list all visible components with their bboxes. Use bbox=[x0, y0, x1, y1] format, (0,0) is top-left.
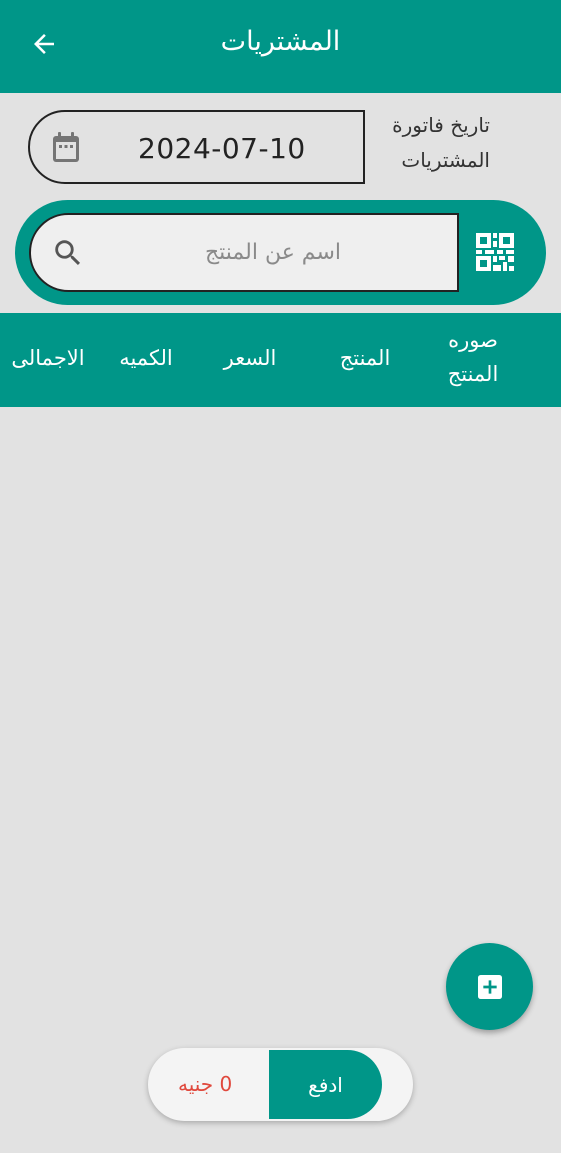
qr-code-icon[interactable] bbox=[476, 233, 514, 271]
column-header-quantity: الكميه bbox=[119, 346, 173, 370]
column-header-total: الاجمالى bbox=[11, 346, 85, 370]
payment-bar: 0 جنيه ادفع bbox=[148, 1048, 413, 1121]
search-icon[interactable] bbox=[51, 235, 85, 271]
search-bar: اسم عن المنتج bbox=[15, 200, 546, 305]
calendar-icon bbox=[53, 132, 79, 162]
total-amount: 0 جنيه bbox=[178, 1072, 233, 1096]
column-header-product: المنتج bbox=[339, 346, 391, 370]
pay-button[interactable]: ادفع bbox=[269, 1050, 382, 1119]
column-header-product-image: صوره المنتج bbox=[447, 328, 499, 386]
invoice-date-field[interactable]: 2024-07-10 bbox=[28, 110, 365, 184]
app-bar: المشتريات bbox=[0, 0, 561, 93]
add-product-button[interactable] bbox=[446, 943, 533, 1030]
add-box-icon bbox=[477, 974, 502, 999]
page-title: المشتريات bbox=[220, 26, 341, 57]
search-placeholder: اسم عن المنتج bbox=[204, 240, 341, 265]
table-header: صوره المنتج المنتج السعر الكميه الاجمالى bbox=[0, 313, 561, 407]
column-header-price: السعر bbox=[223, 346, 277, 370]
invoice-date-label: تاريخ فاتورة المشتريات bbox=[392, 113, 490, 172]
invoice-date-value: 2024-07-10 bbox=[138, 132, 306, 165]
product-search-input[interactable]: اسم عن المنتج bbox=[29, 213, 459, 292]
